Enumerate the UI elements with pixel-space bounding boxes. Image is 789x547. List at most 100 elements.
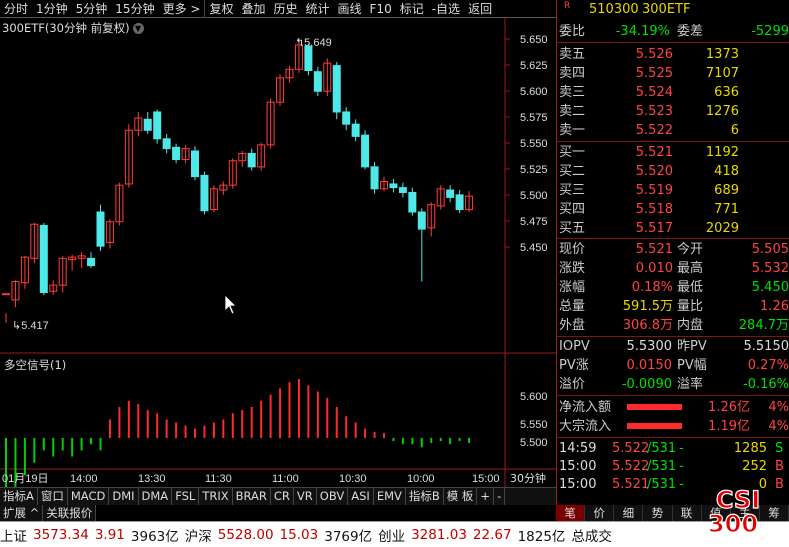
indicator-tab[interactable]: MACD [68,488,110,505]
chart-area[interactable]: 5.650 5.625 5.600 5.575 5.550 5.525 5.500 5.475… [0,18,556,487]
indicator-tab[interactable]: 指标B [406,488,444,505]
iopv-value: 5.5300 [626,339,673,354]
quote-tab[interactable]: 笔 [556,505,586,521]
stat-label: 总量 [559,299,586,314]
indicator-tab[interactable]: 窗口 [38,488,68,505]
sz-label[interactable]: 沪深 [185,525,212,545]
sh-label[interactable]: 上证 [0,525,27,545]
tick-price: 5.522 [612,441,650,456]
flow-pct: 4% [768,419,789,434]
toolbar-item[interactable]: 返回 [464,0,496,18]
indicator-tab[interactable]: EMV [374,488,406,505]
bid-vol: 771 [714,202,739,217]
ask-row: 卖四 5.525 7107 [557,64,789,83]
iopv-label: IOPV [559,339,590,354]
bid-price: 5.520 [635,164,673,179]
toolbar-item[interactable]: -自选 [428,0,464,18]
stat-label: 涨幅 [559,280,586,295]
quote-tab[interactable]: 细 [614,505,644,521]
toolbar-item[interactable]: 叠加 [237,0,269,18]
toolbar-item[interactable]: 更多 > [159,0,205,18]
extension-tab[interactable]: 关联报价 [43,505,97,521]
toolbar-item[interactable]: 分时 [0,0,32,18]
divider [557,42,789,43]
sh-value: 3573.34 [33,526,89,543]
quote-tab[interactable]: 势 [643,505,673,521]
stat-row: 涨跌 0.010 最高 5.532 [557,259,789,278]
candle-body [313,71,322,92]
bid-row: 买一 5.521 1192 [557,143,789,162]
indicator-tab[interactable]: OBV [317,488,349,505]
toolbar-item[interactable]: 复权 [205,0,237,18]
csi300-logo: CSI 300 [707,486,760,536]
candle-body [39,224,48,294]
toolbar-item[interactable]: F10 [366,0,396,18]
price-tick-label: 5.625 [520,60,548,72]
ask-row: 卖一 5.522 6 [557,121,789,140]
stat-value-2: 5.532 [751,261,789,276]
ask-vol: 1276 [705,104,739,119]
extension-tab[interactable]: 扩展 ^ [0,505,44,521]
sh-change: 3.91 [94,526,125,543]
divider [557,437,789,438]
ask-label: 卖三 [559,85,586,100]
indicator-tab[interactable]: VR [294,488,317,505]
tick-time: 15:00 [559,477,597,492]
stat-label: 外盘 [559,318,586,333]
dropdown-icon[interactable]: ▼ [132,23,144,34]
high-label: ↰5.649 [295,37,332,49]
indicator-tab[interactable]: 模 板 [444,488,478,505]
price-tick-label: 5.600 [520,86,548,98]
stat-row: 总量 591.5万 量比 1.26 [557,297,789,316]
candle-body [361,134,370,168]
indicator-tick-label: 5.550 [520,419,548,431]
candle-body [351,123,360,137]
flow-label: 大宗流入 [559,419,612,434]
candle-body [87,257,96,267]
toolbar-item[interactable]: 1分钟 [32,0,72,18]
iopv-value-2: -0.16% [743,377,789,392]
ask-vol: 6 [730,123,739,138]
indicator-tab[interactable]: + [477,488,495,505]
candle-body [417,211,426,230]
indicator-tab[interactable]: DMI [109,488,139,505]
indicator-tab[interactable]: BRAR [233,488,271,505]
tick-dash: - [679,477,684,492]
stat-value: 306.8万 [622,318,673,333]
divider [557,395,789,396]
indicator-tab[interactable]: 指标A [0,488,38,505]
stock-code: 510300 [589,2,639,17]
ask-row: 卖二 5.523 1276 [557,102,789,121]
chart-title-text: 300ETF(30分钟 前复权) [2,21,130,35]
indicator-tab[interactable]: FSL [172,488,200,505]
indicator-tab[interactable]: DMA [139,488,173,505]
ask-price: 5.524 [635,85,673,100]
ask-row: 卖三 5.524 636 [557,83,789,102]
candle-body [398,187,407,193]
indicator-tab[interactable]: ASI [348,488,374,505]
indicator-tab[interactable]: - [494,488,506,505]
toolbar-item[interactable]: 5分钟 [72,0,112,18]
toolbar-item[interactable]: 标记 [396,0,428,18]
logo-text-2: 300 [708,510,758,536]
price-tick-label: 5.550 [520,138,548,150]
bid-vol: 2029 [705,221,739,236]
sz-amount: 3769亿 [324,528,373,545]
indicator-tab[interactable]: TRIX [199,488,233,505]
ask-vol: 636 [714,85,739,100]
toolbar-item[interactable]: 统计 [302,0,334,18]
toolbar-item[interactable]: 历史 [269,0,301,18]
sz-change: 15.03 [279,526,319,543]
bid-row: 买四 5.518 771 [557,200,789,219]
stat-value: 5.521 [635,242,673,257]
time-label: 11:30 [205,473,232,485]
toolbar-item[interactable]: 画线 [334,0,366,18]
toolbar-item[interactable]: 15分钟 [111,0,158,18]
indicator-tab[interactable]: CR [271,488,294,505]
quote-tab[interactable]: 价 [585,505,615,521]
flow-bar [627,404,682,410]
ask-label: 卖一 [559,123,586,138]
cy-label[interactable]: 创业 [378,525,405,545]
period-button[interactable]: 30分钟 [510,471,546,485]
ask-price: 5.525 [635,66,673,81]
